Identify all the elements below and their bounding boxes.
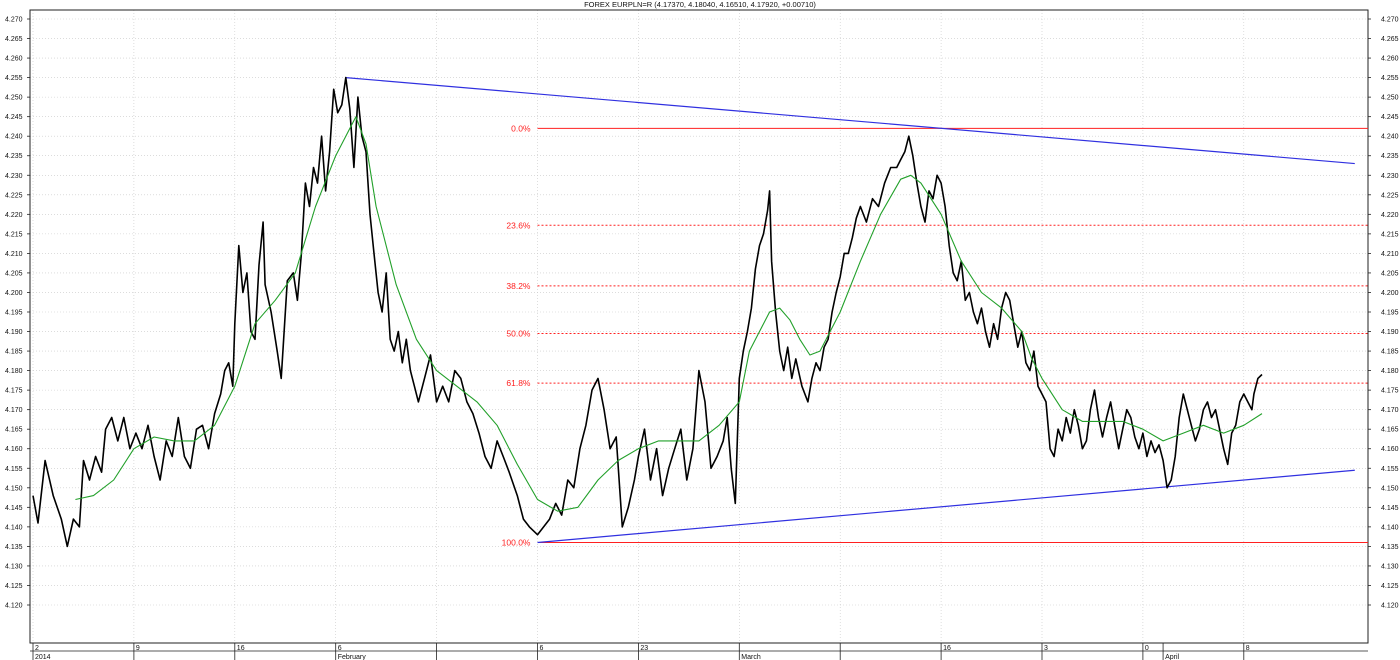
chart-background	[0, 0, 1400, 660]
y-tick-label-left: 4.220	[5, 212, 23, 219]
y-tick-label-right: 4.260	[1381, 56, 1399, 63]
y-tick-label-left: 4.240	[5, 134, 23, 141]
x-tick-sublabel: February	[338, 654, 367, 660]
y-tick-label-right: 4.175	[1381, 388, 1399, 395]
x-tick-label: 0	[1145, 645, 1149, 652]
y-tick-label-right: 4.220	[1381, 212, 1399, 219]
fib-level-label: 50.0%	[506, 328, 531, 338]
x-tick-label: 2	[35, 645, 39, 652]
y-tick-label-left: 4.200	[5, 290, 23, 297]
x-tick-label: 3	[1044, 645, 1048, 652]
fib-level-label: 100.0%	[502, 537, 531, 547]
y-tick-label-left: 4.265	[5, 36, 23, 43]
x-tick-label: 6	[338, 645, 342, 652]
y-tick-label-right: 4.130	[1381, 563, 1399, 570]
x-tick-label: 16	[237, 645, 245, 652]
y-tick-label-right: 4.195	[1381, 310, 1399, 317]
y-tick-label-right: 4.160	[1381, 446, 1399, 453]
y-tick-label-right: 4.245	[1381, 114, 1399, 121]
y-tick-label-right: 4.165	[1381, 427, 1399, 434]
y-tick-label-left: 4.185	[5, 349, 23, 356]
y-tick-label-left: 4.250	[5, 95, 23, 102]
y-tick-label-right: 4.270	[1381, 17, 1399, 24]
y-tick-label-right: 4.265	[1381, 36, 1399, 43]
y-tick-label-right: 4.150	[1381, 485, 1399, 492]
y-tick-label-right: 4.180	[1381, 368, 1399, 375]
y-tick-label-left: 4.210	[5, 251, 23, 258]
fib-level-label: 38.2%	[506, 281, 531, 291]
y-tick-label-right: 4.235	[1381, 153, 1399, 160]
y-tick-label-left: 4.225	[5, 192, 23, 199]
y-tick-label-right: 4.140	[1381, 524, 1399, 531]
y-tick-label-left: 4.260	[5, 56, 23, 63]
chart-svg: 0.0% 23.6% 38.2% 50.0% 61.8% 100.0% 4.120 4.12…	[0, 0, 1400, 660]
y-tick-label-right: 4.125	[1381, 583, 1399, 590]
y-tick-label-left: 4.235	[5, 153, 23, 160]
y-tick-label-left: 4.175	[5, 388, 23, 395]
x-tick-label: 16	[943, 645, 951, 652]
y-tick-label-right: 4.185	[1381, 349, 1399, 356]
y-tick-label-right: 4.255	[1381, 75, 1399, 82]
y-tick-label-right: 4.170	[1381, 407, 1399, 414]
x-tick-sublabel: 2014	[35, 654, 51, 660]
y-tick-label-right: 4.190	[1381, 329, 1399, 336]
y-tick-label-right: 4.135	[1381, 544, 1399, 551]
y-tick-label-left: 4.195	[5, 310, 23, 317]
y-tick-label-left: 4.135	[5, 544, 23, 551]
y-tick-label-left: 4.215	[5, 231, 23, 238]
x-tick-sublabel: March	[741, 654, 761, 660]
y-tick-label-left: 4.190	[5, 329, 23, 336]
x-tick-label: 9	[136, 645, 140, 652]
y-tick-label-left: 4.155	[5, 466, 23, 473]
y-tick-label-left: 4.230	[5, 173, 23, 180]
x-tick-label: 8	[1246, 645, 1250, 652]
y-tick-label-left: 4.145	[5, 505, 23, 512]
y-tick-label-right: 4.145	[1381, 505, 1399, 512]
chart-title: FOREX EURPLN=R (4.17370, 4.18040, 4.1651…	[584, 0, 816, 9]
y-tick-label-right: 4.250	[1381, 95, 1399, 102]
y-tick-label-left: 4.160	[5, 446, 23, 453]
y-tick-label-left: 4.120	[5, 603, 23, 610]
y-tick-label-right: 4.215	[1381, 231, 1399, 238]
y-tick-label-left: 4.125	[5, 583, 23, 590]
y-tick-label-left: 4.205	[5, 270, 23, 277]
x-tick-label: 23	[640, 645, 648, 652]
y-tick-label-right: 4.225	[1381, 192, 1399, 199]
y-tick-label-left: 4.165	[5, 427, 23, 434]
y-tick-label-left: 4.130	[5, 563, 23, 570]
fib-level-label: 61.8%	[506, 378, 531, 388]
y-tick-label-left: 4.255	[5, 75, 23, 82]
fib-level-label: 0.0%	[511, 123, 531, 133]
y-tick-label-right: 4.210	[1381, 251, 1399, 258]
y-tick-label-left: 4.170	[5, 407, 23, 414]
y-tick-label-right: 4.200	[1381, 290, 1399, 297]
y-tick-label-left: 4.150	[5, 485, 23, 492]
y-tick-label-left: 4.140	[5, 524, 23, 531]
x-tick-label: 6	[540, 645, 544, 652]
y-tick-label-left: 4.245	[5, 114, 23, 121]
fib-level-label: 23.6%	[506, 220, 531, 230]
x-tick-sublabel: April	[1165, 654, 1179, 660]
y-tick-label-right: 4.230	[1381, 173, 1399, 180]
y-tick-label-right: 4.155	[1381, 466, 1399, 473]
y-tick-label-right: 4.205	[1381, 270, 1399, 277]
y-tick-label-right: 4.120	[1381, 603, 1399, 610]
y-tick-label-left: 4.270	[5, 17, 23, 24]
y-tick-label-right: 4.240	[1381, 134, 1399, 141]
y-tick-label-left: 4.180	[5, 368, 23, 375]
